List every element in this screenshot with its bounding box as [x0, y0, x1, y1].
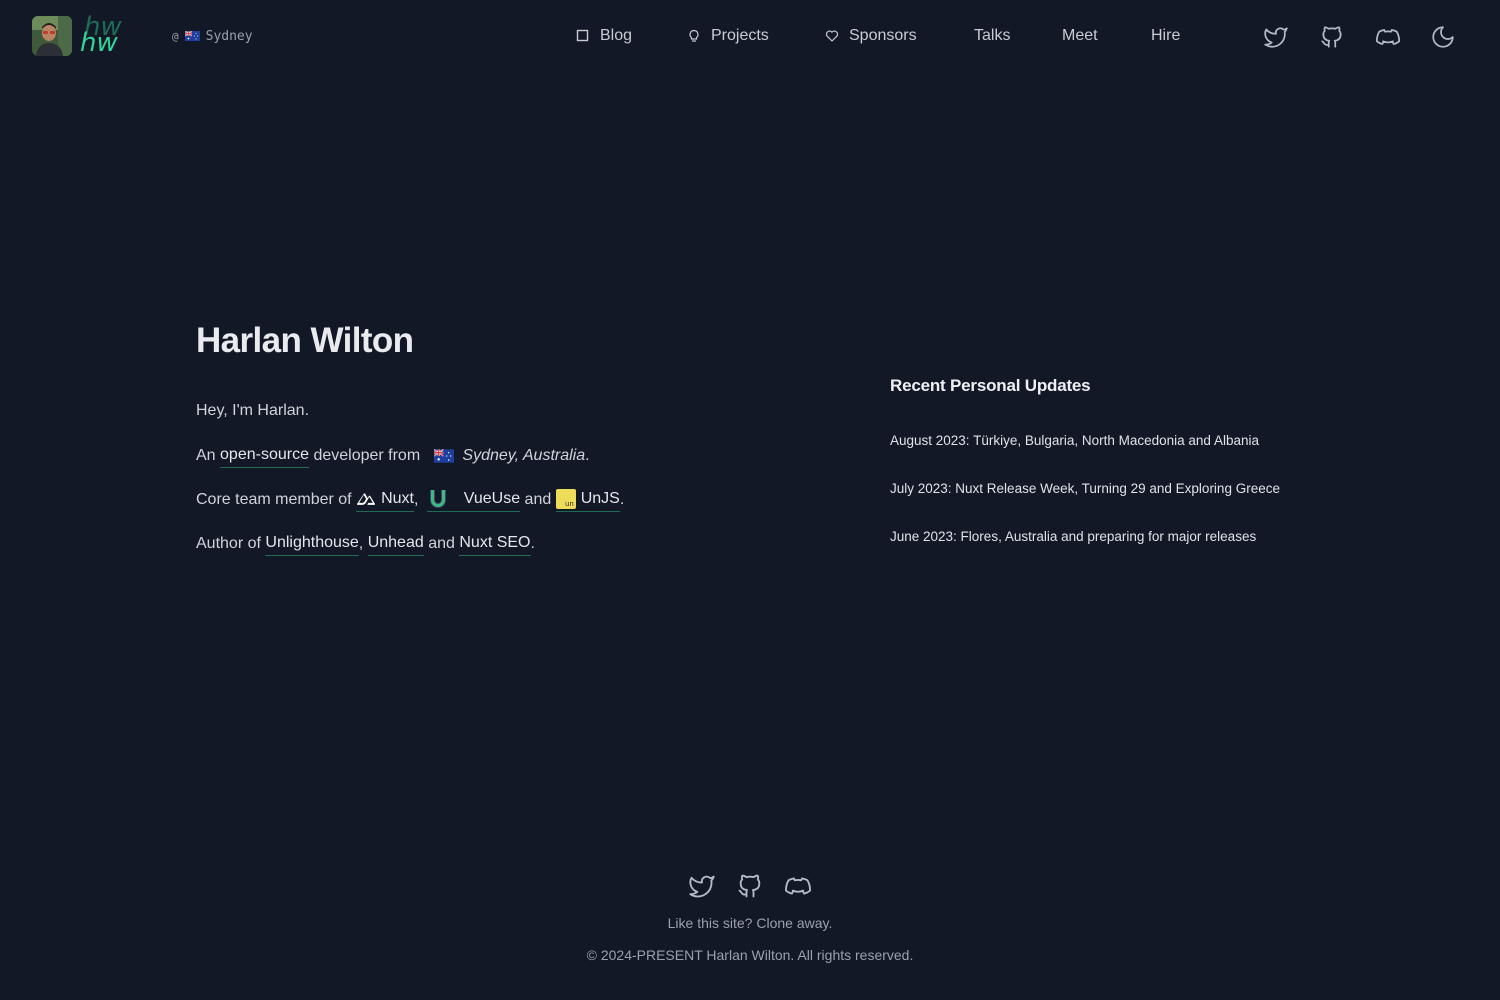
heart-icon [825, 30, 839, 42]
discord-link[interactable] [1373, 22, 1403, 52]
twitter-icon [689, 875, 715, 898]
text-fragment: . [619, 491, 625, 508]
link-text: VueUse [463, 490, 521, 507]
theme-toggle-button[interactable] [1428, 22, 1458, 52]
intro-line-origin: An open-source developer from Sydney, Au… [196, 444, 590, 468]
footer-discord-link[interactable] [782, 870, 814, 902]
lightbulb-icon [689, 29, 699, 42]
avatar[interactable] [32, 16, 72, 56]
discord-icon [785, 877, 811, 895]
clone-site-link[interactable]: Like this site? Clone away. [0, 915, 1500, 931]
text-fragment: . [585, 447, 590, 464]
update-link[interactable]: August 2023: Türkiye, Bulgaria, North Ma… [890, 432, 1259, 450]
link-text: Nuxt [381, 490, 414, 507]
nav-label: Talks [974, 27, 1011, 44]
nuxt-link[interactable]: Nuxt [356, 488, 414, 512]
text-fragment: Core team member of [196, 491, 352, 508]
nav-label: Projects [711, 27, 769, 44]
nav-label: Blog [600, 27, 633, 44]
square-icon [576, 29, 589, 42]
github-icon [1321, 26, 1342, 48]
nav-label: Meet [1062, 27, 1098, 44]
text-fragment: , [358, 535, 364, 552]
nav-sponsors[interactable]: Sponsors [825, 24, 917, 48]
nav-projects[interactable]: Projects [687, 24, 769, 48]
unhead-link[interactable]: Unhead [367, 532, 424, 556]
nav-hire[interactable]: Hire [1151, 24, 1180, 48]
australia-flag-icon [184, 31, 200, 41]
location-text: Sydney, Australia [462, 447, 586, 464]
discord-icon [1375, 29, 1401, 45]
github-link[interactable] [1317, 22, 1347, 52]
vueuse-link[interactable]: VueUse [427, 488, 521, 512]
intro-line-author: Author of Unlighthouse, Unhead and Nuxt … [196, 532, 535, 556]
at-symbol: @ [172, 29, 179, 43]
unjs-link[interactable]: un UnJS [555, 488, 620, 512]
location-city: Sydney [205, 28, 253, 44]
nav-label: Hire [1151, 27, 1181, 44]
intro-section: Harlan Wilton Hey, I'm Harlan. An open-s… [196, 318, 816, 556]
avatar-photo [32, 16, 72, 56]
update-link[interactable]: June 2023: Flores, Australia and prepari… [890, 528, 1256, 546]
intro-greeting: Hey, I'm Harlan. [196, 400, 309, 422]
nav-blog[interactable]: Blog [576, 24, 632, 48]
nuxt-logo-icon [357, 493, 376, 505]
site-header: hw hw @ Sydney Blog Projects Sponsors Ta… [0, 0, 1500, 72]
footer-social-links [686, 870, 816, 902]
update-link[interactable]: July 2023: Nuxt Release Week, Turning 29… [890, 480, 1280, 498]
text-fragment: . [530, 535, 535, 552]
nav-label: Sponsors [849, 27, 917, 44]
twitter-icon [1264, 27, 1288, 48]
text-fragment: Author of [196, 535, 261, 552]
site-logo[interactable]: hw hw [80, 10, 128, 60]
moon-icon [1432, 26, 1454, 48]
github-icon [738, 874, 761, 898]
text-fragment: An [196, 447, 216, 464]
footer-twitter-link[interactable] [686, 870, 718, 902]
text-fragment: and [524, 491, 552, 508]
logo-text: hw [80, 28, 118, 58]
location-indicator: @ Sydney [172, 27, 253, 45]
twitter-link[interactable] [1261, 22, 1291, 52]
unjs-logo-icon: un [555, 489, 576, 509]
australia-flag-icon [433, 449, 454, 463]
copyright-text: © 2024-PRESENT Harlan Wilton. All rights… [586, 947, 914, 963]
text-fragment: developer from [313, 447, 421, 464]
nuxt-seo-link[interactable]: Nuxt SEO [459, 532, 531, 556]
open-source-link[interactable]: open-source [220, 444, 309, 468]
footer-github-link[interactable] [734, 870, 766, 902]
greeting-text: Hey, I'm Harlan. [196, 402, 310, 419]
unlighthouse-link[interactable]: Unlighthouse [265, 532, 359, 556]
text-fragment: and [428, 535, 455, 552]
nav-meet[interactable]: Meet [1062, 24, 1098, 48]
page-title: Harlan Wilton [196, 321, 414, 360]
updates-heading: Recent Personal Updates [890, 376, 1091, 395]
svg-text:un: un [565, 500, 574, 508]
intro-line-core-team: Core team member of Nuxt, VueUse and un … [196, 488, 624, 512]
vueuse-logo-icon [430, 490, 447, 508]
recent-updates-section: Recent Personal Updates August 2023: Tür… [890, 374, 1410, 544]
nav-talks[interactable]: Talks [974, 24, 1010, 48]
text-fragment: , [413, 491, 419, 508]
link-text: UnJS [580, 490, 620, 507]
